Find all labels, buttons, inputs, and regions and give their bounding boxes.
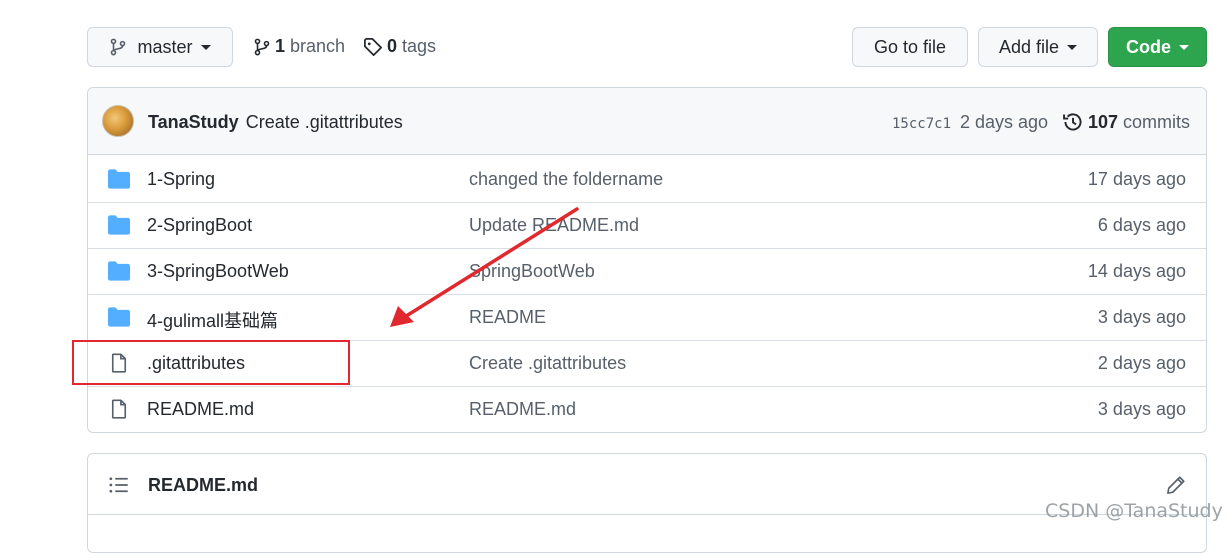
file-commit-message[interactable]: changed the foldername	[469, 169, 663, 190]
commit-count: 107	[1088, 111, 1119, 132]
file-age: 3 days ago	[1097, 399, 1186, 419]
file-row[interactable]: README.md README.md 3 days ago	[88, 386, 1206, 432]
file-commit-message[interactable]: README.md	[469, 399, 576, 420]
file-name[interactable]: 1-Spring	[147, 169, 215, 190]
history-icon	[1063, 113, 1082, 131]
tag-icon	[364, 37, 382, 56]
file-icon	[111, 399, 127, 419]
git-branch-icon	[111, 38, 126, 56]
tag-count: 0	[387, 36, 398, 56]
commit-sha[interactable]: 15cc7c1	[892, 116, 951, 132]
watermark: CSDN @TanaStudy	[1045, 500, 1223, 522]
file-name[interactable]: README.md	[147, 399, 254, 420]
file-name[interactable]: .gitattributes	[147, 353, 245, 374]
tags-link[interactable]: 0 tags	[363, 36, 436, 57]
file-age: 2 days ago	[1097, 353, 1186, 373]
commit-author[interactable]: TanaStudy	[148, 112, 239, 132]
file-commit-message[interactable]: SpringBootWeb	[469, 261, 595, 282]
file-icon	[111, 353, 127, 373]
chevron-down-icon	[1179, 44, 1189, 50]
git-branch-icon	[254, 38, 270, 55]
chevron-down-icon	[200, 44, 211, 50]
commit-age: 2 days ago	[960, 112, 1049, 132]
chevron-down-icon	[1067, 44, 1078, 50]
file-commit-message[interactable]: Update README.md	[469, 215, 639, 236]
file-age: 17 days ago	[1087, 169, 1186, 189]
file-row[interactable]: 3-SpringBootWeb SpringBootWeb 14 days ag…	[88, 248, 1206, 294]
file-row[interactable]: 2-SpringBoot Update README.md 6 days ago	[88, 202, 1206, 248]
file-commit-message[interactable]: README	[469, 307, 546, 328]
readme-panel: README.md	[87, 453, 1207, 553]
file-age: 14 days ago	[1087, 261, 1186, 281]
list-unordered-icon[interactable]	[109, 476, 129, 494]
file-commit-message[interactable]: Create .gitattributes	[469, 353, 626, 374]
readme-header: README.md	[88, 454, 1206, 515]
file-age: 6 days ago	[1097, 215, 1186, 235]
branch-count: 1	[275, 36, 286, 56]
latest-commit-bar: TanaStudy Create .gitattributes 15cc7c1 …	[88, 88, 1206, 155]
pencil-icon[interactable]	[1166, 475, 1186, 495]
file-name[interactable]: 3-SpringBootWeb	[147, 261, 289, 282]
add-file-button[interactable]: Add file	[978, 27, 1098, 67]
branch-name: master	[137, 36, 193, 57]
commits-link[interactable]: 107 commits	[1062, 111, 1190, 133]
file-row[interactable]: 1-Spring changed the foldername 17 days …	[88, 157, 1206, 203]
file-age: 3 days ago	[1097, 307, 1186, 327]
commit-count-label: commits	[1123, 111, 1191, 132]
tag-label: tags	[402, 36, 437, 56]
folder-icon	[108, 215, 130, 235]
go-to-file-button[interactable]: Go to file	[852, 27, 968, 67]
avatar[interactable]	[102, 105, 134, 137]
folder-icon	[108, 169, 130, 189]
commit-message[interactable]: Create .gitattributes	[246, 112, 403, 132]
folder-icon	[108, 307, 130, 327]
branch-label: branch	[290, 36, 346, 56]
readme-title[interactable]: README.md	[148, 475, 258, 496]
file-name[interactable]: 2-SpringBoot	[147, 215, 252, 236]
add-file-label: Add file	[998, 36, 1060, 57]
file-name[interactable]: 4-gulimall基础篇	[147, 307, 278, 333]
code-label: Code	[1126, 36, 1171, 57]
branches-link[interactable]: 1 branch	[253, 36, 345, 57]
branch-select-button[interactable]: master	[87, 27, 233, 67]
file-row[interactable]: 4-gulimall基础篇 README 3 days ago	[88, 294, 1206, 340]
file-row[interactable]: .gitattributes Create .gitattributes 2 d…	[88, 340, 1206, 386]
folder-icon	[108, 261, 130, 281]
code-button[interactable]: Code	[1108, 27, 1207, 67]
